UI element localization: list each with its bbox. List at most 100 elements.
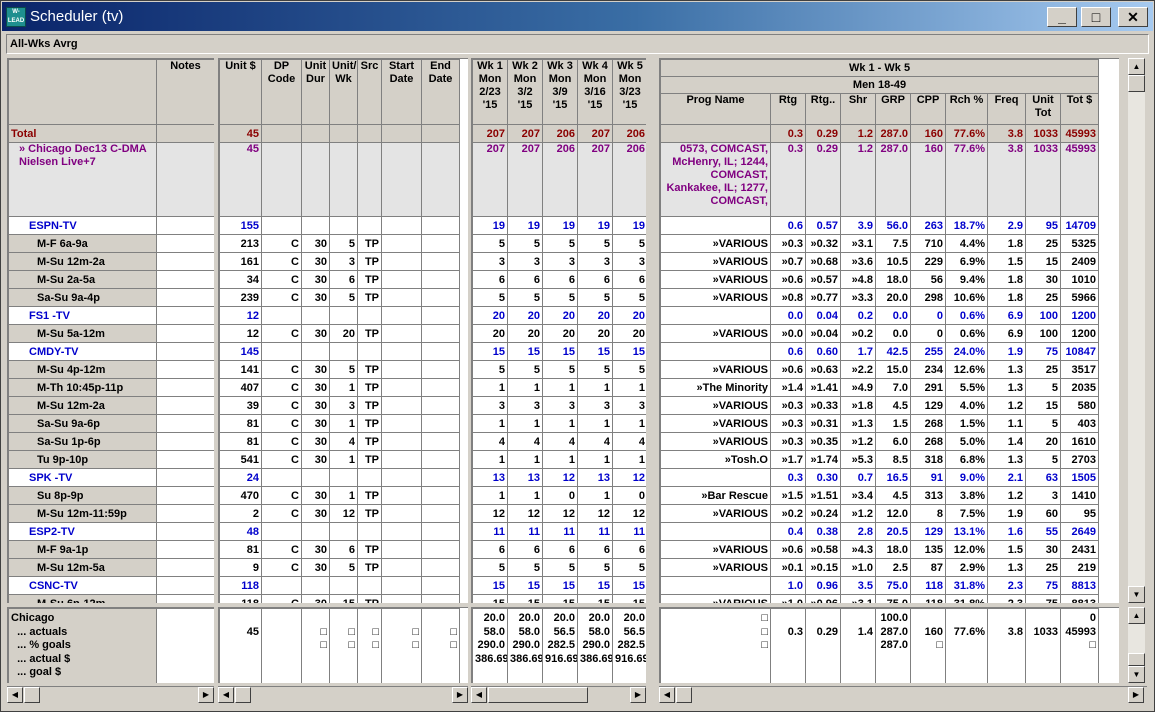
station-row[interactable]: ESP2-TV [8,522,214,541]
rtg2-cell[interactable]: 0.29 [805,142,841,217]
start-date-cell[interactable] [381,252,422,271]
row-name[interactable]: M-Su 6p-12m [8,594,157,603]
units-per-week-cell[interactable] [329,306,358,325]
rtg-cell[interactable]: »0.3 [770,396,806,415]
week-units-cell[interactable]: 5 [542,288,578,307]
src-cell[interactable]: TP [357,270,382,289]
line-row[interactable]: Sa-Su 9a-6p [8,414,214,433]
units-per-week-cell[interactable] [329,576,358,595]
tot-cost-col-header[interactable]: Tot $ [1059,93,1100,125]
week-units-cell[interactable]: 15 [472,594,508,603]
units-per-week-cell[interactable]: 3 [329,252,358,271]
scroll-down-arrow-icon[interactable]: ▼ [1128,586,1145,603]
rtg-cell[interactable]: 0.4 [770,522,806,541]
week-units-cell[interactable]: 4 [507,432,543,451]
scroll-right-arrow-icon[interactable]: ▶ [452,687,468,703]
station-row[interactable]: CMDY-TV [8,342,214,361]
freq-cell[interactable]: 1.8 [987,270,1026,289]
cpp-cell[interactable]: 268 [910,414,946,433]
shr-cell[interactable]: »4.3 [840,540,876,559]
grp-cell[interactable]: 75.0 [875,576,911,595]
week-units-cell[interactable]: 1 [577,486,613,505]
freq-cell[interactable]: 1.9 [987,342,1026,361]
units-per-week-cell[interactable]: 6 [329,540,358,559]
grp-cell[interactable]: 7.0 [875,378,911,397]
line-row[interactable]: Su 8p-9p [8,486,214,505]
src-cell[interactable]: TP [357,450,382,469]
week-units-cell[interactable]: 1 [612,414,646,433]
scroll-left-arrow-icon[interactable]: ◀ [471,687,487,703]
grp-cell[interactable]: 0.0 [875,324,911,343]
summary-week[interactable]: 20.0 56.5 282.5 916.69 [542,608,578,683]
week-units-cell[interactable]: 20 [507,324,543,343]
cpp-cell[interactable]: 291 [910,378,946,397]
week-units-cell[interactable]: 13 [577,468,613,487]
rch-cell[interactable]: 9.4% [945,270,988,289]
unit-cost-cell[interactable]: 45 [219,142,262,217]
unit-dur-cell[interactable]: 30 [301,360,330,379]
rtg-cell[interactable]: »0.3 [770,234,806,253]
grp-cell[interactable]: 12.0 [875,504,911,523]
src-cell[interactable]: TP [357,252,382,271]
cpp-cell[interactable]: 0 [910,324,946,343]
week-units-cell[interactable]: 6 [612,540,646,559]
grp-cell[interactable]: 4.5 [875,396,911,415]
week-units-cell[interactable]: 12 [612,468,646,487]
vertical-scroll-thumb[interactable] [1128,75,1145,92]
week-units-cell[interactable]: 15 [507,576,543,595]
week-units-cell[interactable]: 15 [612,594,646,603]
tot-cell[interactable]: 1010 [1059,270,1100,289]
view-mode-bar[interactable]: All-Wks Avrg [6,34,1149,54]
rtg2-cell[interactable]: 0.38 [805,522,841,541]
week-units-cell[interactable]: 1 [542,378,578,397]
week-units-cell[interactable]: 19 [472,216,508,235]
week-col-header[interactable]: Wk 2 Mon 3/2 '15 [507,59,543,125]
ut-cell[interactable]: 15 [1025,396,1061,415]
freq-cell[interactable]: 3.8 [987,142,1026,217]
unit-dur-cell[interactable]: 30 [301,450,330,469]
tot-cell[interactable]: 8813 [1059,594,1100,603]
week-units-cell[interactable]: 20 [472,324,508,343]
ut-cell[interactable]: 1033 [1025,142,1061,217]
prog-name-cell[interactable]: »VARIOUS [660,558,771,577]
ut-cell[interactable]: 75 [1025,594,1061,603]
start-date-cell[interactable] [381,270,422,289]
week-units-cell[interactable]: 20 [577,306,613,325]
week-units-cell[interactable]: 5 [577,234,613,253]
summary-name-pane[interactable]: Chicago ... actuals ... % goals ... actu… [7,607,214,683]
dp-code-cell[interactable] [261,522,302,541]
week-units-cell[interactable]: 3 [472,396,508,415]
summary-start[interactable]: □ □ [381,608,422,683]
week-units-cell[interactable]: 6 [472,270,508,289]
dp-code-cell[interactable]: C [261,450,302,469]
end-date-cell[interactable] [421,576,460,595]
notes-cell[interactable] [156,124,214,143]
rtg2-cell[interactable]: »0.58 [805,540,841,559]
week-units-cell[interactable]: 11 [472,522,508,541]
name-col-header[interactable] [8,59,157,125]
dp-code-cell[interactable] [261,468,302,487]
tot-cell[interactable]: 1505 [1059,468,1100,487]
week-units-cell[interactable]: 0 [542,486,578,505]
units-per-week-cell[interactable]: 3 [329,396,358,415]
notes-cell[interactable] [156,306,214,325]
tot-cell[interactable]: 45993 [1059,124,1100,143]
rtg2-cell[interactable]: »0.68 [805,252,841,271]
week-units-cell[interactable]: 5 [542,234,578,253]
grp-cell[interactable]: 1.5 [875,414,911,433]
week-units-cell[interactable]: 207 [577,124,613,143]
row-name[interactable]: Total [8,124,157,143]
week-col-header[interactable]: Wk 1 Mon 2/23 '15 [472,59,508,125]
unit-dur-cell[interactable] [301,468,330,487]
week-units-cell[interactable]: 20 [542,324,578,343]
dp-code-col-header[interactable]: DP Code [261,59,302,125]
summary-scroll-up-arrow-icon[interactable]: ▲ [1128,607,1145,624]
week-units-cell[interactable]: 4 [542,432,578,451]
dp-code-cell[interactable] [261,124,302,143]
rtg2-cell[interactable]: »0.31 [805,414,841,433]
week-units-cell[interactable]: 5 [472,360,508,379]
cpp-cell[interactable]: 118 [910,576,946,595]
total-row[interactable]: Total [8,124,214,143]
week-units-cell[interactable]: 1 [472,378,508,397]
dp-code-cell[interactable] [261,342,302,361]
